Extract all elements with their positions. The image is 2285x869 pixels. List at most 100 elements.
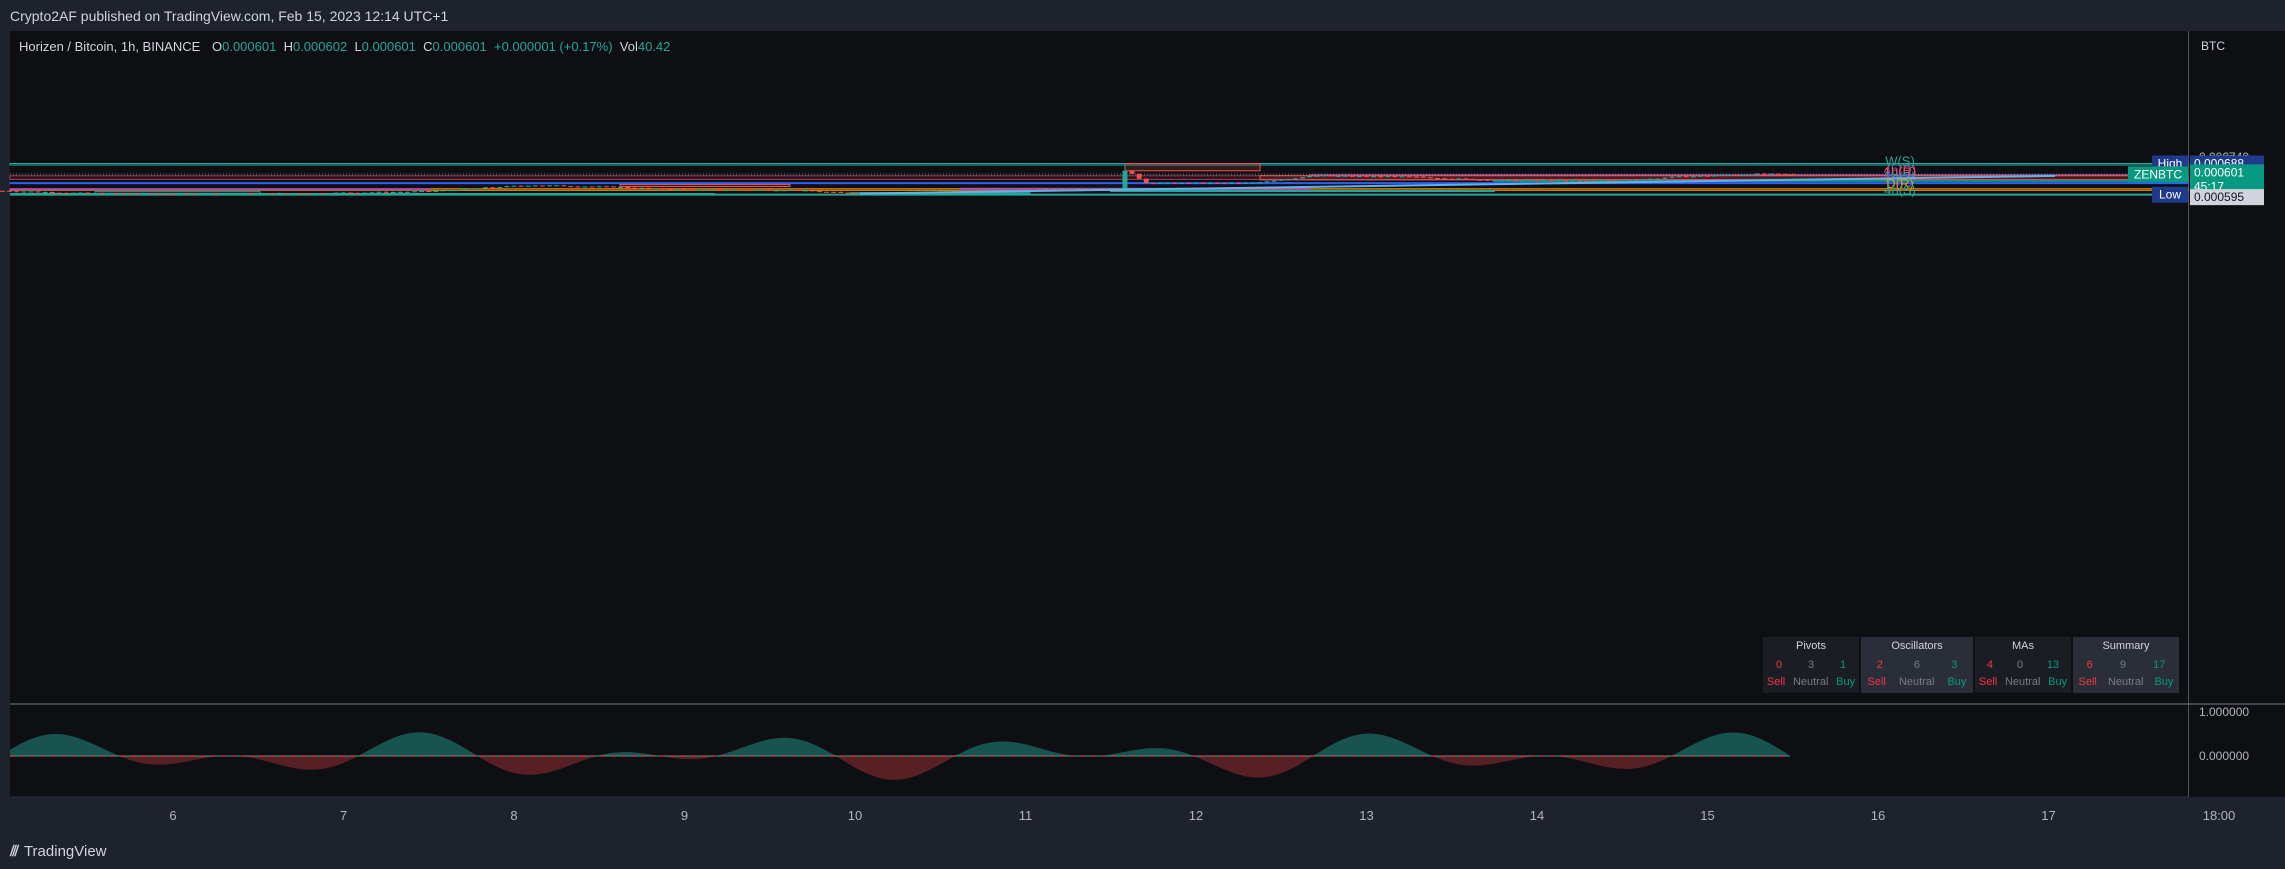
candle-body-70 [497,187,503,189]
candle-body-119 [845,192,851,194]
candle-body-241 [1712,175,1718,177]
candle-body-182 [1292,178,1298,180]
candle-body-197 [1399,176,1405,178]
candle-body-36 [255,193,261,195]
candle-body-37 [262,193,268,195]
candle-body-12 [85,192,91,194]
candle-body-75 [532,185,538,187]
candle-body-239 [1697,175,1703,177]
ta-pivots: Pivots 031 Sell Neutral Buy [1763,637,1859,693]
candle-body-26 [184,193,190,195]
oscillator-layer: 1.000000 0.000000 [10,703,2285,798]
candle-body-108 [767,189,773,191]
candle-body-216 [1534,180,1540,182]
candle-body-175 [1243,182,1249,184]
candle-body-10 [71,192,77,194]
last-price: 0.000601 [2194,165,2244,179]
candle-body-95 [674,189,680,191]
candle-body-240 [1705,175,1710,177]
candle-body-205 [1456,178,1462,180]
candle-body-17 [120,193,126,195]
candle-body-90 [639,187,645,189]
candle-body-23 [163,193,169,195]
zone-supply-box-small [619,183,791,188]
candle-body-58 [412,191,418,193]
low-value: 0.000601 [361,39,416,54]
candle-body-211 [1498,180,1504,182]
candle-body-84 [596,186,602,188]
candle-body-55 [390,191,396,193]
candle-body-223 [1584,180,1590,182]
candle-body-193 [1371,176,1377,178]
time-tick-12: 18:00 [2203,808,2236,823]
candle-body-68 [483,187,489,189]
candle-body-46 [326,193,332,195]
oscillator-negative-area [10,756,1790,780]
candle-body-187 [1328,175,1334,177]
candle-body-105 [745,189,751,191]
candle-body-57 [404,191,410,193]
candle-body-114 [809,190,815,192]
osc-tick-1: 0.000000 [2199,749,2249,763]
candle-body-191 [1356,176,1362,178]
oscillator-positive-area [10,732,1790,756]
price-chart[interactable]: W(S)4h(R)1h(R)1h(S)D(S)D(R)4h(S) BTC0.00… [0,0,2285,869]
candle-body-165 [1172,182,1178,184]
candle-body-170 [1207,183,1213,185]
candle-body-214 [1520,180,1526,182]
candle-body-64 [454,190,460,192]
candle-body-0 [0,190,5,192]
level-tag: 0.000595 [2194,190,2244,204]
candle-body-34 [241,193,247,195]
candle-body-54 [383,191,389,193]
symbol-tag: ZENBTC [2134,167,2182,181]
candle-body-120 [852,193,858,195]
candle-body-231 [1641,179,1647,181]
candle-body-198 [1406,176,1412,178]
candle-body-47 [333,192,339,194]
candle-body-189 [1342,175,1348,177]
time-tick-4: 10 [848,808,862,823]
candle-body-181 [1285,179,1291,181]
candle-body-83 [589,186,595,188]
candle-body-219 [1555,180,1561,182]
tradingview-logo[interactable]: ⫻ TradingView [10,843,107,860]
time-tick-1: 7 [340,808,347,823]
candle-body-115 [816,191,822,193]
brand-name: TradingView [23,843,107,860]
candle-body-196 [1392,176,1398,178]
candle-body-29 [206,193,212,195]
candle-body-118 [838,191,844,193]
candle-body-208 [1477,179,1483,181]
candle-body-30 [213,193,219,195]
candle-body-16 [113,193,119,195]
candle-body-238 [1690,176,1696,178]
candle-body-116 [824,191,830,193]
candle-body-190 [1349,175,1355,177]
candle-body-45 [319,193,325,195]
candle-body-248 [1761,173,1767,175]
candle-body-66 [468,188,474,190]
ta-oscillators: Oscillators 263 Sell Neutral Buy [1861,637,1973,693]
time-tick-9: 15 [1700,808,1714,823]
candle-body-43 [305,193,311,195]
candle-body-213 [1513,180,1519,182]
candle-body-24 [170,194,176,196]
candle-body-9 [63,192,69,194]
candle-body-27 [191,193,197,195]
candle-body-56 [397,191,403,193]
candle-body-72 [511,185,517,187]
candle-body-222 [1577,180,1583,182]
candle-body-200 [1420,176,1426,178]
candle-body-242 [1719,174,1725,176]
candle-body-185 [1314,175,1320,177]
time-tick-10: 16 [1871,808,1885,823]
candle-body-110 [781,190,787,192]
candle-body-50 [355,192,361,194]
time-tick-0: 6 [169,808,176,823]
candle-body-20 [142,193,148,195]
candle-body-203 [1442,178,1448,180]
candle-body-93 [660,188,666,190]
candle-body-177 [1257,182,1263,184]
candle-body-52 [369,192,375,194]
